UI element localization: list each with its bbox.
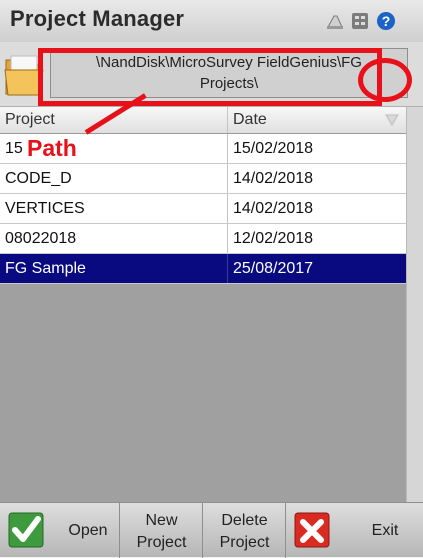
annotation-rectangle [38,48,382,106]
row-divider [227,164,228,193]
delete-project-label-line-2: Project [219,534,270,551]
cell-project: CODE_D [5,170,72,187]
vertical-scrollbar[interactable] [406,107,423,502]
exit-label: Exit [371,522,399,539]
annotation-label: Path [27,135,77,161]
checkmark-icon [8,512,44,548]
cell-project: FG Sample [5,260,86,277]
new-project-label-line-2: Project [136,534,187,551]
cell-date: 12/02/2018 [233,230,314,247]
svg-text:?: ? [382,13,391,29]
table-row[interactable]: VERTICES 14/02/2018 [0,194,406,224]
table-row[interactable]: 08022018 12/02/2018 [0,224,406,254]
row-divider [227,254,228,283]
open-button[interactable]: Open [0,503,120,558]
new-project-label-line-1: New [145,512,178,529]
bottom-toolbar: Open New Project Delete Project Exit [0,502,423,558]
cell-date: 14/02/2018 [233,200,314,217]
keyboard-icon[interactable] [325,11,345,31]
close-icon [294,512,330,548]
row-divider [227,194,228,223]
sort-arrow-icon [385,114,399,126]
cell-date: 14/02/2018 [233,170,314,187]
exit-button[interactable]: Exit [286,503,423,558]
window-title: Project Manager [10,6,185,31]
project-table: Project Date 15 15/02/2018 CODE_D 14/02/… [0,107,406,502]
calculator-icon[interactable] [350,11,370,31]
row-divider [227,134,228,163]
table-header: Project Date [0,107,406,134]
table-row[interactable]: CODE_D 14/02/2018 [0,164,406,194]
column-header-date[interactable]: Date [228,107,406,133]
title-bar: Project Manager ? [0,0,423,42]
help-icon[interactable]: ? [376,11,396,31]
delete-project-button[interactable]: Delete Project [203,503,286,558]
delete-project-label-line-1: Delete [221,512,268,529]
cell-date: 25/08/2017 [233,260,314,277]
cell-date: 15/02/2018 [233,140,314,157]
new-project-button[interactable]: New Project [120,503,203,558]
cell-project: VERTICES [5,200,85,217]
table-row-selected[interactable]: FG Sample 25/08/2017 [0,254,406,284]
column-divider [227,107,228,133]
row-divider [227,224,228,253]
annotation-circle [358,58,412,102]
open-label: Open [68,522,108,539]
cell-project: 08022018 [5,230,77,247]
